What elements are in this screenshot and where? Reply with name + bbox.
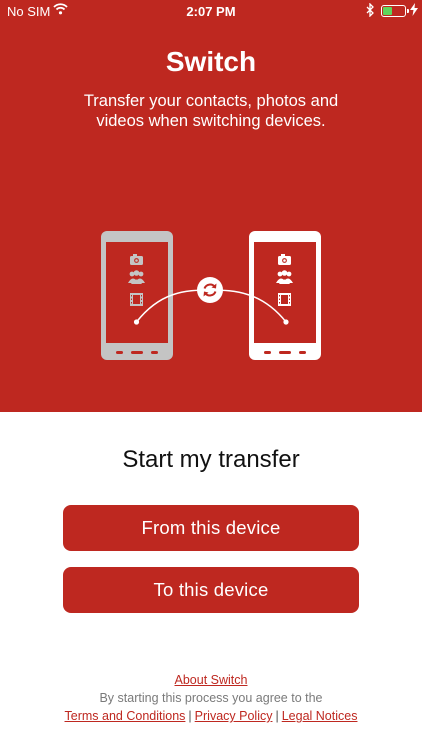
battery-level bbox=[383, 7, 393, 15]
film-icon bbox=[130, 293, 143, 306]
app-subtitle: Transfer your contacts, photos and video… bbox=[83, 92, 339, 130]
bluetooth-icon bbox=[366, 3, 374, 17]
legal-links: Terms and Conditions | Privacy Policy | Lega… bbox=[0, 709, 422, 723]
clock: 2:07 PM bbox=[186, 4, 236, 19]
link-separator: | bbox=[275, 709, 279, 723]
film-icon bbox=[278, 293, 291, 306]
agreement-text: By starting this process you agree to th… bbox=[99, 691, 323, 705]
about-switch-link[interactable]: About Switch bbox=[175, 673, 248, 687]
transfer-illustration bbox=[101, 231, 321, 360]
target-phone-illustration bbox=[249, 231, 321, 360]
battery-icon bbox=[381, 5, 409, 17]
to-this-device-button[interactable]: To this device bbox=[63, 567, 359, 613]
sync-icon bbox=[197, 277, 223, 303]
privacy-policy-link[interactable]: Privacy Policy bbox=[195, 709, 273, 723]
app-title: Switch bbox=[165, 46, 257, 77]
from-this-device-button[interactable]: From this device bbox=[63, 505, 359, 551]
hero-banner: No SIM 2:07 PM Switch Transfer your cont… bbox=[0, 0, 422, 412]
start-transfer-heading: Start my transfer bbox=[122, 446, 300, 473]
source-phone-illustration bbox=[101, 231, 173, 360]
terms-and-conditions-link[interactable]: Terms and Conditions bbox=[65, 709, 186, 723]
status-bar: No SIM 2:07 PM bbox=[0, 0, 422, 24]
charging-icon bbox=[410, 3, 418, 16]
link-separator: | bbox=[188, 709, 192, 723]
about-footer: About Switch bbox=[0, 673, 422, 687]
legal-notices-link[interactable]: Legal Notices bbox=[282, 709, 358, 723]
